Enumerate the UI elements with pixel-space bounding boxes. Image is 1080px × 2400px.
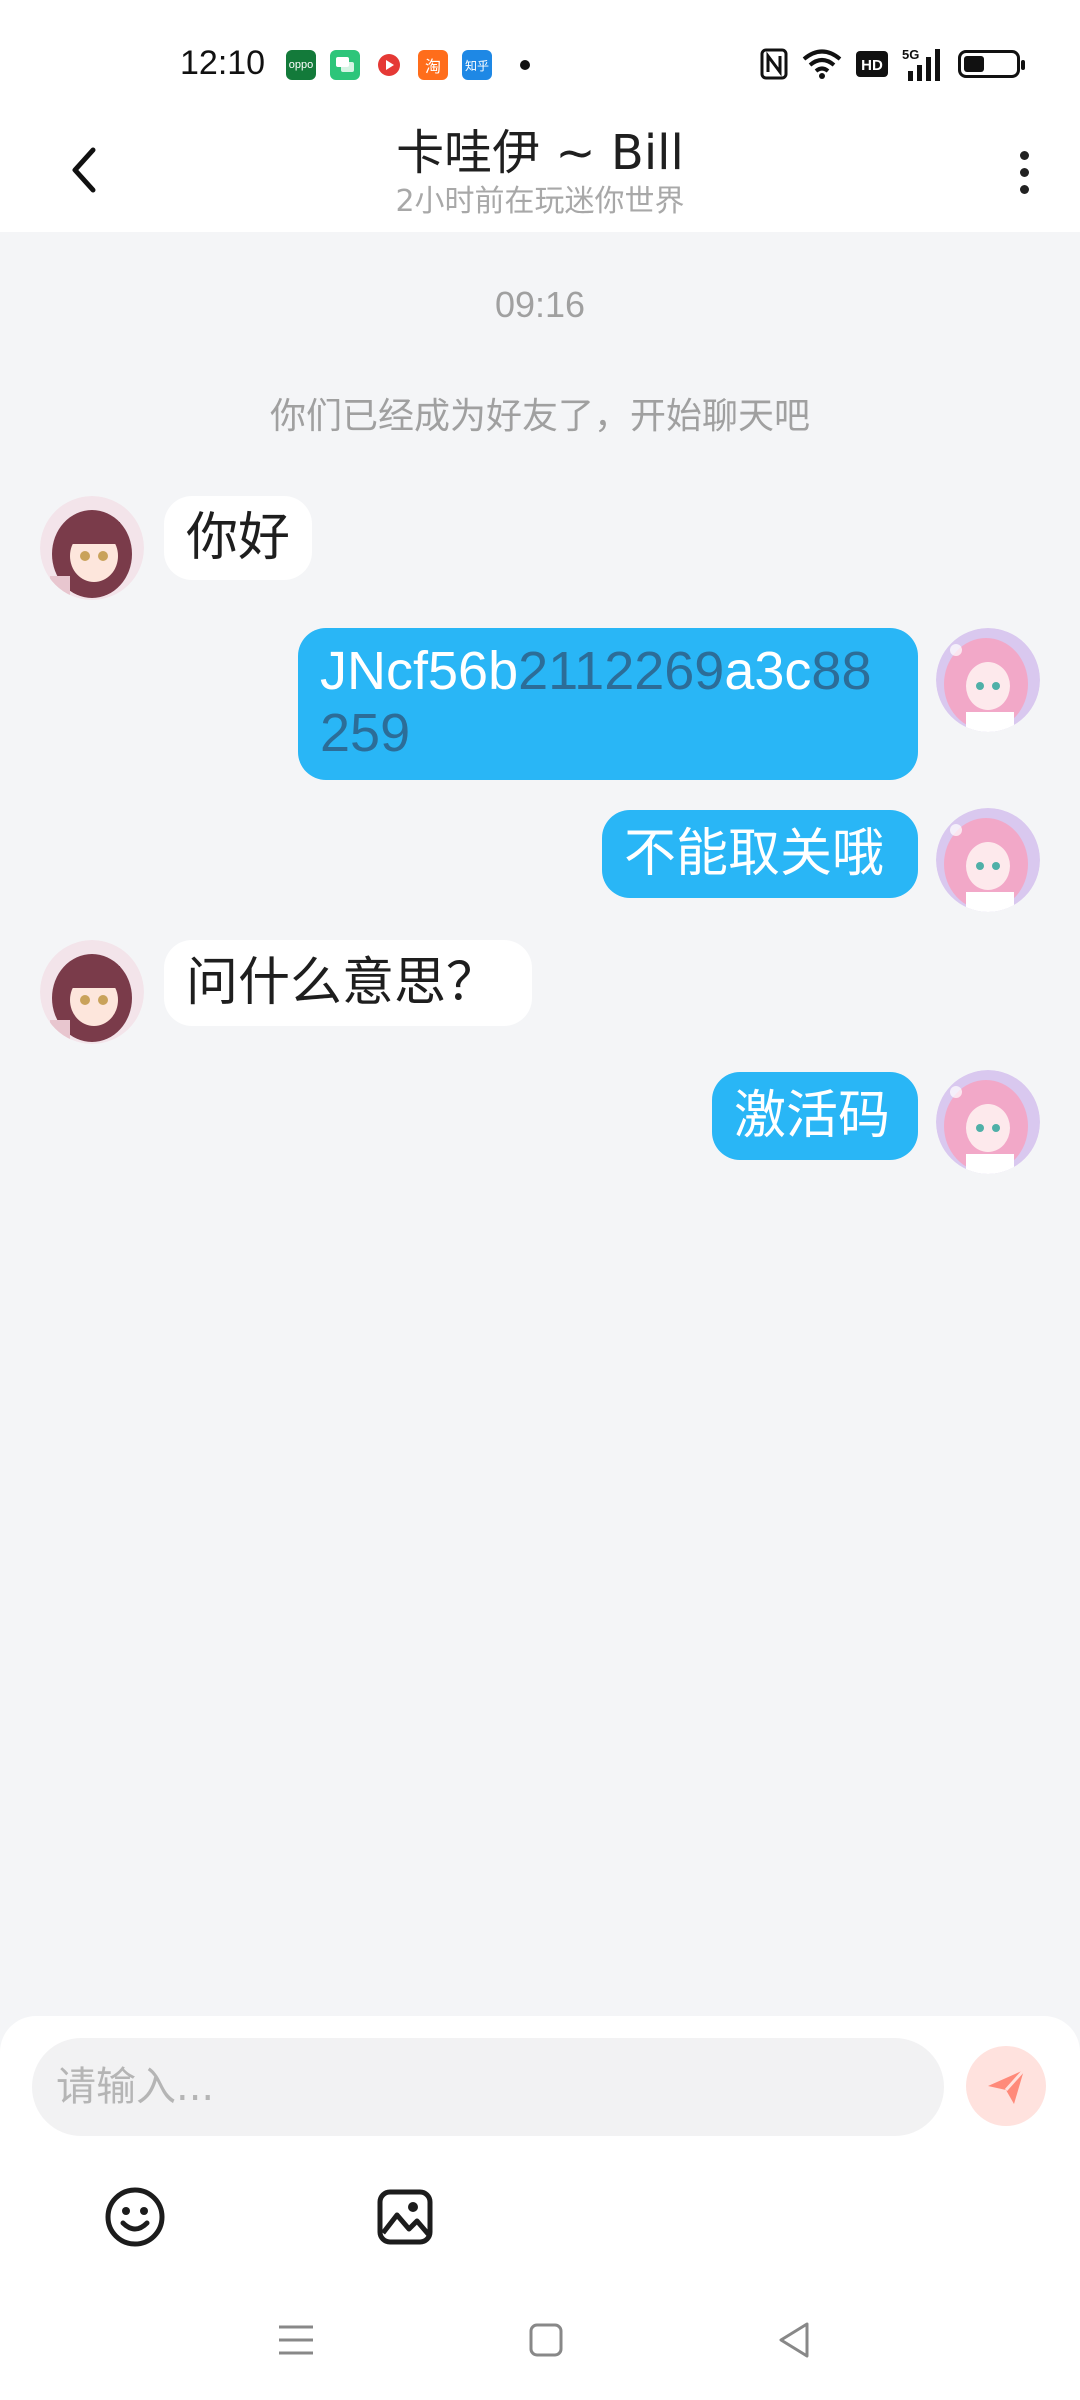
message-bubble-outgoing[interactable]: 不能取关哦 xyxy=(602,810,918,898)
more-options-button[interactable] xyxy=(1004,142,1044,202)
contact-name: 卡哇伊 ~ Bill xyxy=(396,125,684,181)
chat-header: 卡哇伊 ~ Bill 2小时前在玩迷你世界 xyxy=(0,120,1080,232)
message-timestamp: 09:16 xyxy=(494,284,586,325)
zhihu-app-icon: 知乎 xyxy=(462,50,492,80)
message-bubble-incoming[interactable]: 你好 xyxy=(164,496,312,580)
user-avatar[interactable] xyxy=(936,1070,1040,1174)
emoji-button[interactable] xyxy=(100,2182,170,2252)
message-text: 问什么意思？ xyxy=(186,953,499,1013)
5g-signal-icon: 5G xyxy=(902,47,944,81)
message-bubble-outgoing[interactable]: 激活码 xyxy=(712,1072,918,1160)
menu-icon xyxy=(279,2325,313,2355)
back-nav-button[interactable] xyxy=(764,2310,824,2370)
message-text: JNcf56b2112269a3c88259 xyxy=(320,641,872,763)
more-vertical-icon xyxy=(1019,150,1029,160)
hd-icon: HD xyxy=(856,48,888,80)
image-button[interactable] xyxy=(370,2182,440,2252)
messages-app-icon xyxy=(330,50,360,80)
system-icons: HD 5G xyxy=(760,47,1025,81)
message-bubble-outgoing[interactable]: JNcf56b2112269a3c88259 xyxy=(298,628,918,780)
back-triangle-icon xyxy=(779,2322,809,2358)
notification-icons: oppo 淘 知乎 xyxy=(286,50,530,80)
svg-text:HD: HD xyxy=(861,57,883,74)
status-bar: 12:10 oppo 淘 知乎 HD 5G xyxy=(0,0,1080,120)
status-time: 12:10 xyxy=(180,44,266,82)
message-input[interactable] xyxy=(32,2038,944,2136)
nfc-icon xyxy=(760,48,788,80)
message-bubble-incoming[interactable]: 问什么意思？ xyxy=(164,940,532,1026)
home-icon xyxy=(529,2323,563,2357)
wifi-icon xyxy=(802,48,842,80)
system-message: 你们已经成为好友了，开始聊天吧 xyxy=(269,396,810,437)
message-text: 你好 xyxy=(186,508,291,568)
message-text: 激活码 xyxy=(734,1086,891,1146)
message-text: 不能取关哦 xyxy=(624,824,885,884)
send-icon xyxy=(988,2068,1026,2104)
more-notifications-dot xyxy=(520,60,530,70)
video-app-icon xyxy=(374,50,404,80)
taobao-app-icon: 淘 xyxy=(418,50,448,80)
image-icon xyxy=(377,2189,433,2245)
user-avatar[interactable] xyxy=(936,808,1040,912)
emoji-icon xyxy=(105,2187,165,2247)
message-list[interactable]: 09:16 你们已经成为好友了，开始聊天吧 你好 JNcf56b2112269a… xyxy=(0,232,1080,2012)
send-button[interactable] xyxy=(966,2046,1046,2126)
recents-button[interactable] xyxy=(266,2310,326,2370)
contact-status: 2小时前在玩迷你世界 xyxy=(395,184,685,219)
svg-text:5G: 5G xyxy=(902,47,919,62)
user-avatar[interactable] xyxy=(936,628,1040,732)
oppo-app-icon: oppo xyxy=(286,50,316,80)
system-navigation-bar xyxy=(0,2290,1080,2400)
contact-avatar[interactable] xyxy=(40,940,144,1044)
battery-icon xyxy=(958,48,1025,80)
contact-avatar[interactable] xyxy=(40,496,144,600)
home-button[interactable] xyxy=(516,2310,576,2370)
